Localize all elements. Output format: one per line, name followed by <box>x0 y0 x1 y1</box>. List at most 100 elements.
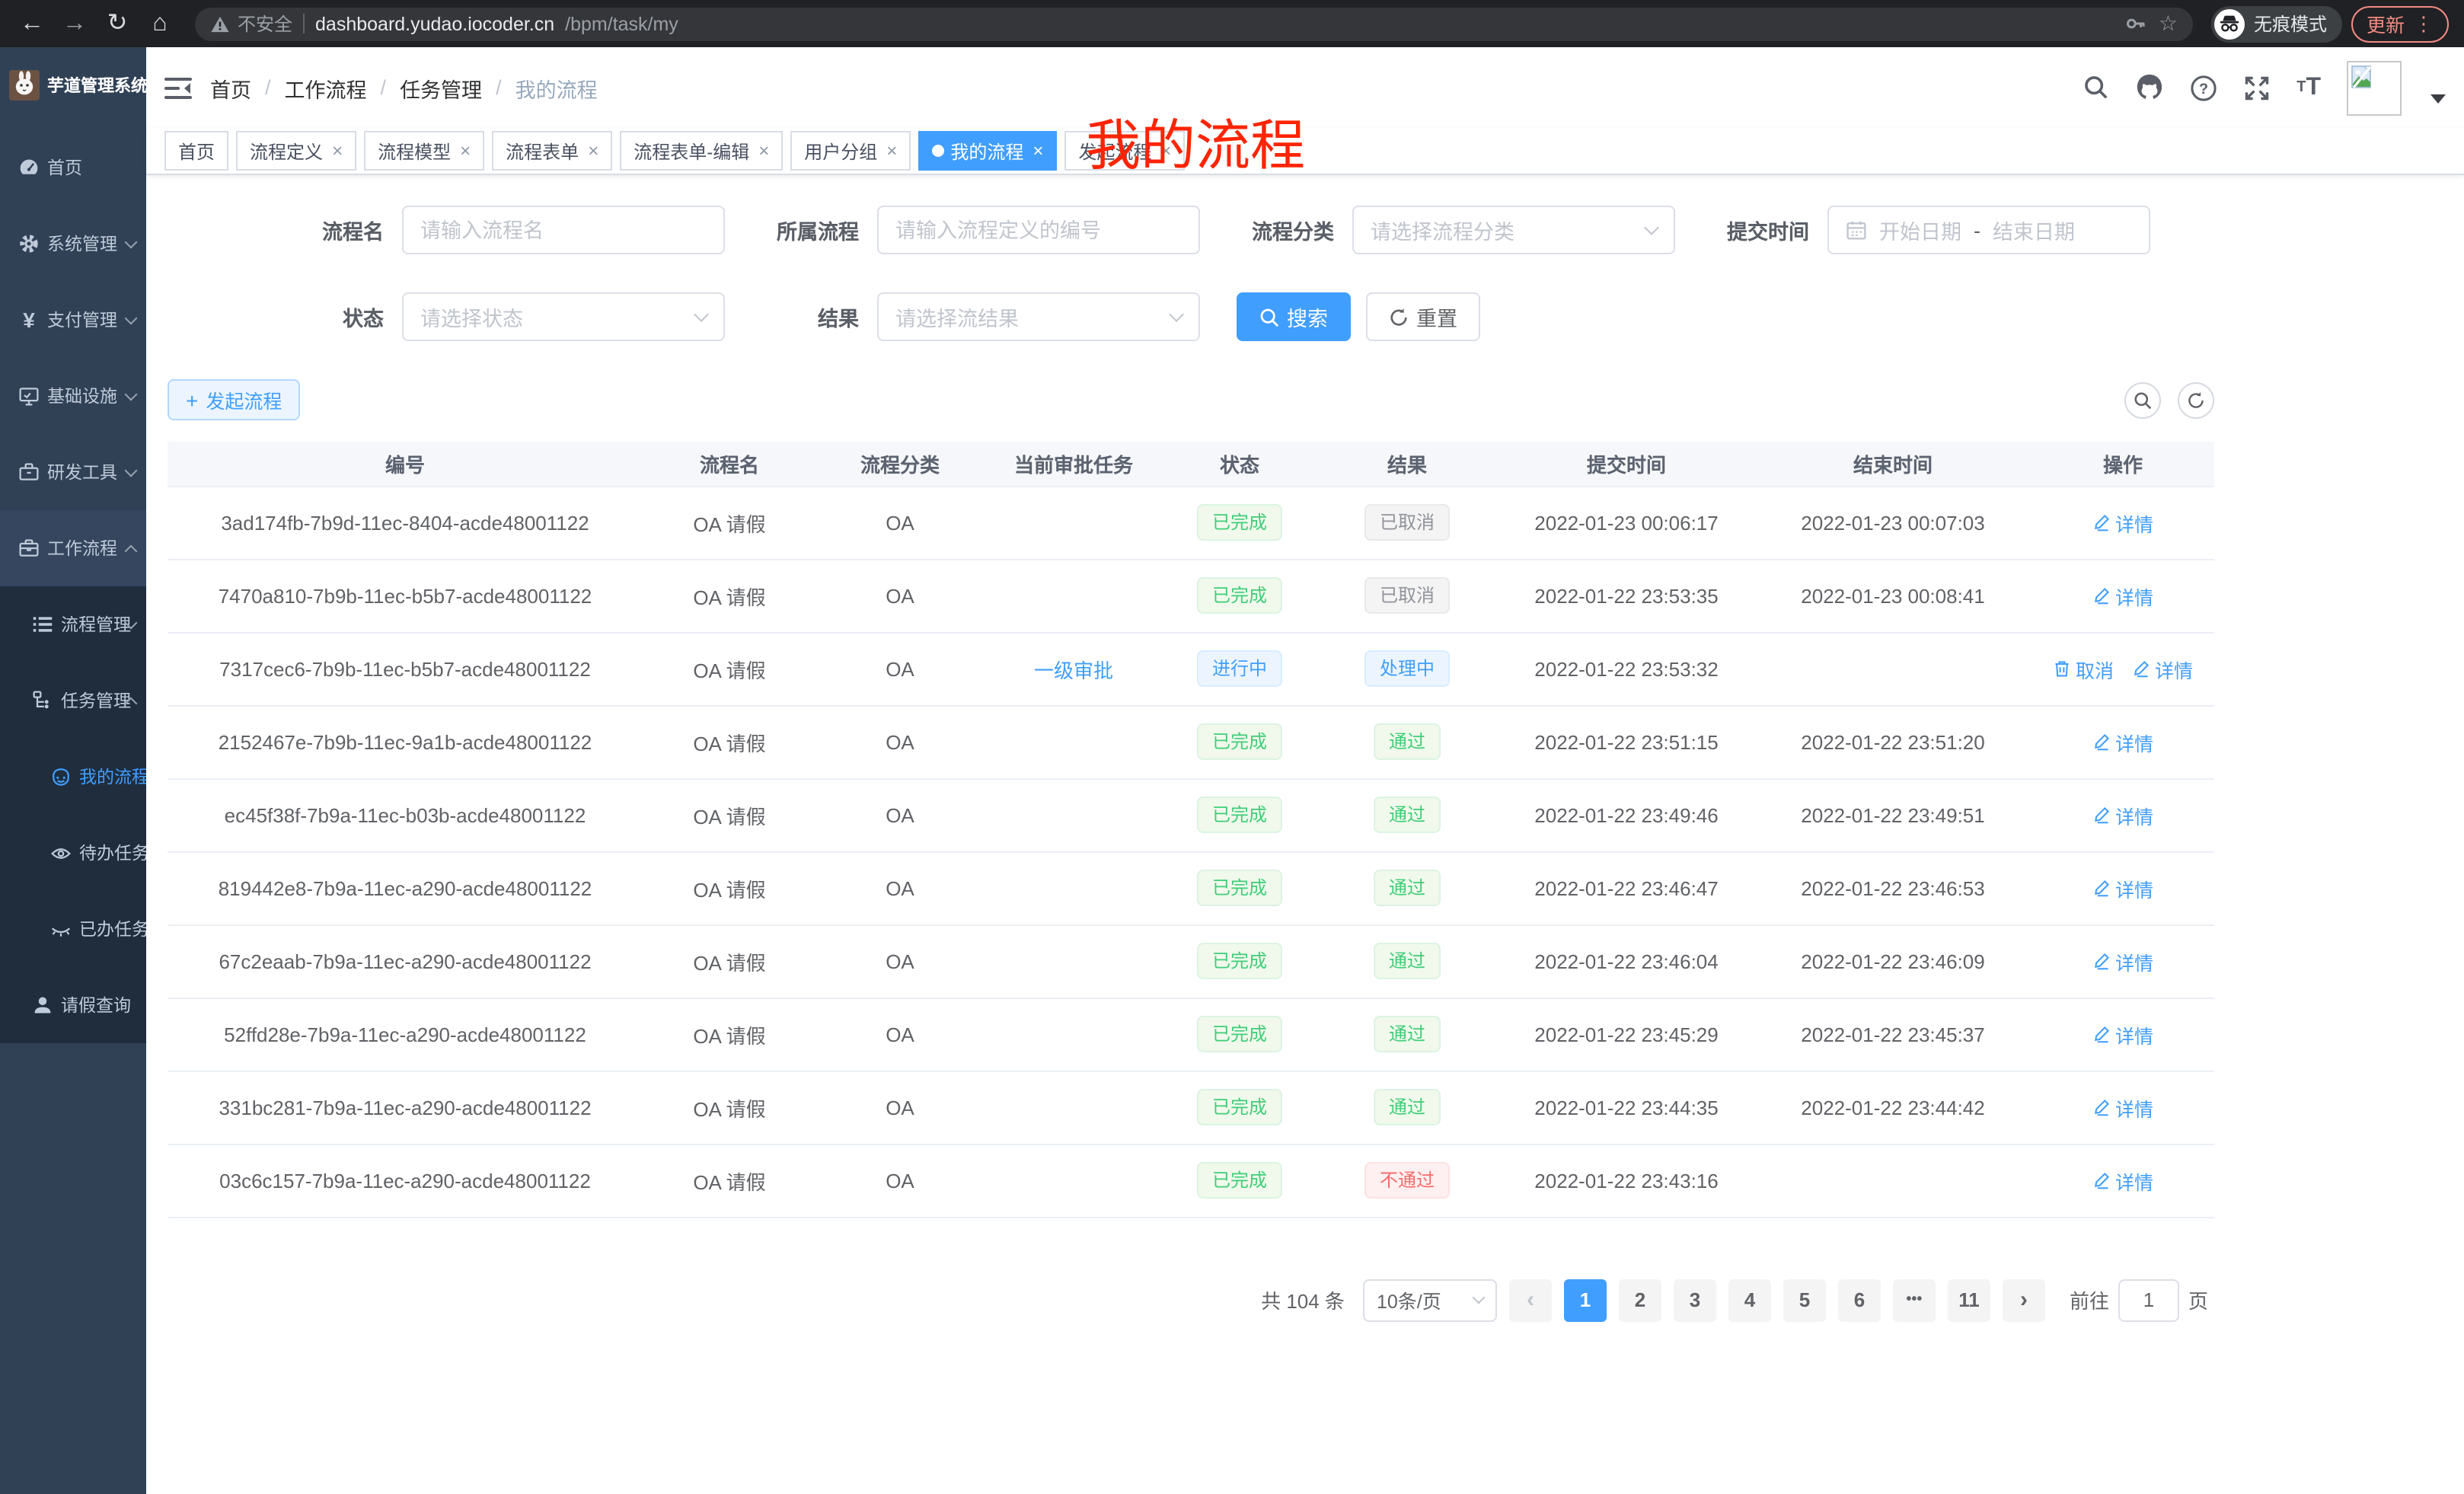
result-select[interactable]: 请选择流结果 <box>877 292 1200 341</box>
pagination-page-5[interactable]: 5 <box>1783 1279 1826 1321</box>
breadcrumb: 首页/工作流程/任务管理/我的流程 <box>210 72 598 103</box>
create-process-button[interactable]: + 发起流程 <box>168 379 300 420</box>
pagination-page-4[interactable]: 4 <box>1728 1279 1771 1321</box>
task-link[interactable]: 一级审批 <box>1034 659 1113 682</box>
warning-triangle-icon <box>210 14 230 33</box>
close-icon[interactable]: × <box>1033 140 1043 161</box>
sidebar-item-8[interactable]: 我的流程 <box>0 739 146 815</box>
process-def-input[interactable] <box>877 206 1200 254</box>
url-bar[interactable]: 不安全 dashboard.yudao.iocoder.cn/bpm/task/… <box>195 7 2193 40</box>
sidebar-item-11[interactable]: 请假查询 <box>0 967 146 1043</box>
action-详情[interactable]: 详情 <box>2092 947 2153 975</box>
action-详情[interactable]: 详情 <box>2092 581 2153 610</box>
status-select[interactable]: 请选择状态 <box>402 292 725 341</box>
cell-actions: 详情 <box>2032 778 2214 851</box>
sidebar-item-2[interactable]: ¥支付管理 <box>0 282 146 358</box>
close-icon[interactable]: × <box>588 140 598 161</box>
action-取消[interactable]: 取消 <box>2053 654 2114 683</box>
sidebar-item-10[interactable]: 已办任务 <box>0 891 146 967</box>
action-详情[interactable]: 详情 <box>2092 873 2153 902</box>
tab-2[interactable]: 流程模型× <box>364 131 484 171</box>
browser-update-button[interactable]: 更新 ⋮ <box>2351 5 2449 42</box>
sidebar-item-3[interactable]: 基础设施 <box>0 358 146 434</box>
sidebar-item-1[interactable]: 系统管理 <box>0 206 146 282</box>
close-icon[interactable]: × <box>460 140 471 161</box>
search-icon[interactable] <box>2083 75 2109 101</box>
sidebar-item-6[interactable]: 流程管理 <box>0 586 146 662</box>
pagination-next-button[interactable]: › <box>2003 1279 2045 1321</box>
action-详情[interactable]: 详情 <box>2092 727 2153 756</box>
sidebar-item-label: 基础设施 <box>47 384 117 408</box>
action-详情[interactable]: 详情 <box>2092 1093 2153 1122</box>
search-icon <box>1259 307 1279 327</box>
reset-button[interactable]: 重置 <box>1366 292 1480 341</box>
sidebar-item-4[interactable]: 研发工具 <box>0 434 146 510</box>
user-avatar[interactable] <box>2347 60 2402 115</box>
browser-home-icon[interactable]: ⌂ <box>143 11 177 36</box>
tab-4[interactable]: 流程表单-编辑× <box>620 131 783 171</box>
face-icon <box>50 766 72 787</box>
pagination-prev-button[interactable]: ‹ <box>1509 1279 1552 1321</box>
pagination-page-1[interactable]: 1 <box>1564 1279 1607 1321</box>
github-icon[interactable] <box>2135 73 2164 102</box>
pagination-page-6[interactable]: 6 <box>1838 1279 1881 1321</box>
search-button[interactable]: 搜索 <box>1237 292 1351 341</box>
browser-back-icon[interactable]: ← <box>15 11 49 36</box>
tab-1[interactable]: 流程定义× <box>236 131 356 171</box>
browser-menu-icon[interactable]: ⋮ <box>2414 11 2434 36</box>
tab-0[interactable]: 首页 <box>164 131 228 171</box>
goto-page-input[interactable] <box>2118 1279 2179 1321</box>
close-icon[interactable]: × <box>886 140 897 161</box>
cell-actions: 详情 <box>2032 705 2214 778</box>
bookmark-star-icon[interactable]: ☆ <box>2159 11 2178 37</box>
refresh-table-button[interactable] <box>2178 381 2214 418</box>
browser-forward-icon[interactable]: → <box>58 11 91 36</box>
breadcrumb-item[interactable]: 任务管理 <box>400 72 482 103</box>
action-详情[interactable]: 详情 <box>2132 654 2193 683</box>
close-icon[interactable]: × <box>758 140 769 161</box>
menu-fold-icon[interactable] <box>164 75 192 100</box>
tab-6[interactable]: 我的流程× <box>918 131 1057 171</box>
help-icon[interactable]: ? <box>2190 74 2217 101</box>
page-size-select[interactable]: 10条/页 <box>1363 1279 1497 1321</box>
cell-submit-time: 2022-01-22 23:43:16 <box>1499 1144 1754 1217</box>
table-body: 3ad174fb-7b9d-11ec-8404-acde48001122OA 请… <box>168 486 2214 1217</box>
key-icon[interactable] <box>2125 12 2148 35</box>
pagination-page-2[interactable]: 2 <box>1619 1279 1661 1321</box>
table-row: 3ad174fb-7b9d-11ec-8404-acde48001122OA 请… <box>168 486 2214 559</box>
cell-id: 331bc281-7b9a-11ec-a290-acde48001122 <box>168 1071 643 1144</box>
toggle-search-button[interactable] <box>2124 381 2161 418</box>
action-详情[interactable]: 详情 <box>2092 800 2153 829</box>
browser-reload-icon[interactable]: ↻ <box>101 11 134 36</box>
sidebar-item-5[interactable]: 工作流程 <box>0 510 146 586</box>
pagination-page-11[interactable]: 11 <box>1948 1279 1990 1321</box>
tab-3[interactable]: 流程表单× <box>492 131 612 171</box>
sidebar-item-9[interactable]: 待办任务 <box>0 815 146 891</box>
breadcrumb-item[interactable]: 首页 <box>210 72 251 103</box>
sidebar-item-7[interactable]: 任务管理 <box>0 662 146 739</box>
avatar-dropdown-icon[interactable] <box>2430 94 2446 103</box>
sidebar-item-label: 请假查询 <box>61 993 131 1017</box>
action-详情[interactable]: 详情 <box>2092 1020 2153 1049</box>
table-header-row: 编号流程名流程分类当前审批任务状态结果提交时间结束时间操作 <box>168 442 2214 486</box>
security-warning[interactable]: 不安全 <box>210 11 292 37</box>
action-详情[interactable]: 详情 <box>2092 508 2153 537</box>
process-name-input[interactable] <box>402 206 725 254</box>
pagination-more[interactable]: ••• <box>1893 1279 1936 1321</box>
category-select[interactable]: 请选择流程分类 <box>1352 206 1675 254</box>
sidebar-item-0[interactable]: 首页 <box>0 129 146 206</box>
briefcase-icon <box>18 538 40 559</box>
status-badge: 进行中 <box>1197 650 1282 687</box>
goto-suffix: 页 <box>2188 1285 2208 1314</box>
cell-current-task <box>984 1144 1163 1217</box>
app-logo[interactable]: 芋道管理系统 <box>0 47 146 123</box>
breadcrumb-item[interactable]: 工作流程 <box>285 72 367 103</box>
action-详情[interactable]: 详情 <box>2092 1166 2153 1195</box>
fullscreen-icon[interactable] <box>2243 74 2271 101</box>
close-icon[interactable]: × <box>332 140 343 161</box>
submit-time-range[interactable]: 开始日期 - 结束日期 <box>1827 206 2150 254</box>
breadcrumb-item: 我的流程 <box>515 72 598 103</box>
tab-5[interactable]: 用户分组× <box>790 131 911 171</box>
font-size-icon[interactable]: TT <box>2296 74 2321 101</box>
pagination-page-3[interactable]: 3 <box>1674 1279 1716 1321</box>
